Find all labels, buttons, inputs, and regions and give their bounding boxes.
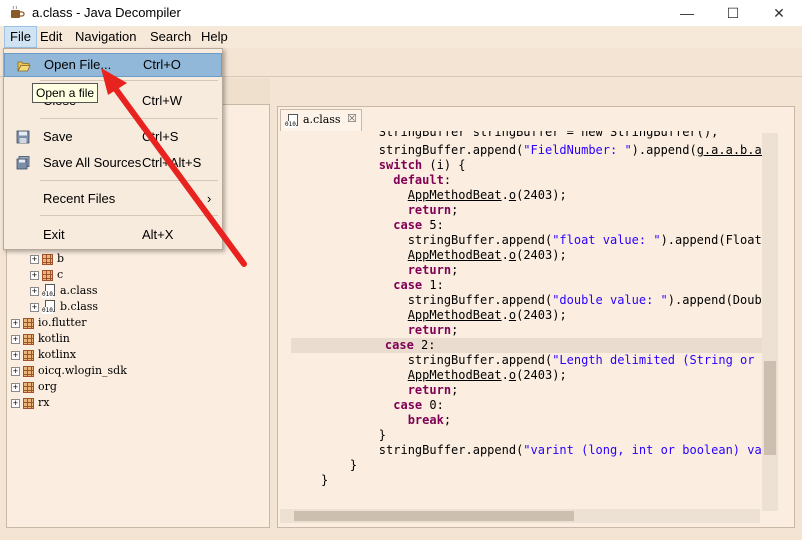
tab-a-class[interactable]: a.class ☒ <box>280 109 362 131</box>
class-file-icon <box>42 300 56 314</box>
maximize-button[interactable]: ☐ <box>710 0 756 26</box>
floppy-multi-icon <box>16 156 30 170</box>
package-icon <box>23 333 34 345</box>
menu-navigation[interactable]: Navigation <box>70 26 141 48</box>
expand-icon[interactable]: + <box>11 366 20 376</box>
class-file-icon <box>285 114 299 128</box>
package-icon <box>23 317 34 329</box>
tree-item[interactable]: +b.class <box>30 299 98 315</box>
expand-icon[interactable]: + <box>11 398 20 408</box>
menu-bar: File Edit Navigation Search Help <box>0 26 802 48</box>
file-menu-dropdown: Open File... Ctrl+O Close Ctrl+W Save Ct… <box>3 48 223 250</box>
code-line: stringBuffer.append("varint (long, int o… <box>321 443 762 457</box>
code-line: return; <box>407 383 459 397</box>
code-line: stringBuffer.append("double value: ").ap… <box>321 293 762 307</box>
menu-separator <box>40 80 218 81</box>
menu-file[interactable]: File <box>4 26 37 48</box>
code-line: return; <box>407 203 459 217</box>
code-line: return; <box>407 323 459 337</box>
menu-separator <box>40 180 218 181</box>
code-line: default: <box>393 173 452 187</box>
window-title: a.class - Java Decompiler <box>32 5 181 20</box>
menu-separator <box>40 215 218 216</box>
code-line: } <box>321 473 329 487</box>
tooltip: Open a file <box>32 83 99 103</box>
code-line: AppMethodBeat.o(2403); <box>407 368 567 382</box>
package-icon <box>23 397 34 409</box>
save-menu-item[interactable]: Save Ctrl+S <box>4 125 222 149</box>
expand-icon[interactable]: + <box>11 318 20 328</box>
vertical-scroll-thumb[interactable] <box>764 361 776 455</box>
code-line: } <box>321 458 358 472</box>
code-line-highlighted: case 2: <box>291 338 762 353</box>
tab-close-icon[interactable]: ☒ <box>347 112 357 125</box>
code-line: StringBuffer stringBuffer = new StringBu… <box>321 131 719 139</box>
code-line: AppMethodBeat.o(2403); <box>407 188 567 202</box>
tree-item[interactable]: + org <box>11 379 57 395</box>
open-file-menu-item[interactable]: Open File... Ctrl+O <box>4 53 222 77</box>
save-all-sources-menu-item[interactable]: Save All Sources Ctrl+Alt+S <box>4 151 222 175</box>
code-line: switch (i) { <box>378 158 466 172</box>
code-line: case 0: <box>393 398 444 412</box>
tree-item[interactable]: + kotlin <box>11 331 70 347</box>
package-icon <box>23 349 34 361</box>
title-bar: a.class - Java Decompiler — ☐ ✕ <box>0 0 802 26</box>
code-line: stringBuffer.append("float value: ").app… <box>321 233 762 247</box>
class-file-icon <box>42 284 56 298</box>
expand-icon[interactable]: + <box>30 270 39 280</box>
expand-icon[interactable]: + <box>30 254 39 264</box>
tree-item[interactable]: + rx <box>11 395 49 411</box>
expand-icon[interactable]: + <box>11 382 20 392</box>
expand-icon[interactable]: + <box>11 334 20 344</box>
code-line: stringBuffer.append("FieldNumber: ").app… <box>321 143 762 157</box>
code-line: case 1: <box>393 278 444 292</box>
code-line: break; <box>407 413 452 427</box>
expand-icon[interactable]: + <box>30 302 39 312</box>
submenu-chevron-icon: › <box>207 191 212 206</box>
package-icon <box>42 269 53 281</box>
tree-item[interactable]: + b <box>30 251 64 267</box>
minimize-button[interactable]: — <box>664 0 710 26</box>
menu-help[interactable]: Help <box>196 26 233 48</box>
tree-item[interactable]: + io.flutter <box>11 315 86 331</box>
tree-item[interactable]: + c <box>30 267 63 283</box>
code-line: AppMethodBeat.o(2403); <box>407 248 567 262</box>
code-line: AppMethodBeat.o(2403); <box>407 308 567 322</box>
package-icon <box>23 381 34 393</box>
menu-search[interactable]: Search <box>145 26 196 48</box>
menu-separator <box>40 118 218 119</box>
code-area[interactable]: StringBuffer stringBuffer = new StringBu… <box>278 131 762 509</box>
exit-menu-item[interactable]: Exit Alt+X <box>4 223 222 247</box>
recent-files-menu-item[interactable]: Recent Files › <box>4 187 222 211</box>
horizontal-scroll-thumb[interactable] <box>294 511 574 521</box>
code-line: } <box>321 428 387 442</box>
close-window-button[interactable]: ✕ <box>756 0 802 26</box>
code-line: stringBuffer.append("Length delimited (S… <box>321 353 762 367</box>
tree-item[interactable]: + oicq.wlogin_sdk <box>11 363 127 379</box>
folder-open-icon <box>17 61 31 72</box>
code-line: case 5: <box>393 218 444 232</box>
expand-icon[interactable]: + <box>30 286 39 296</box>
package-icon <box>42 253 53 265</box>
menu-edit[interactable]: Edit <box>35 26 67 48</box>
tree-item[interactable]: +a.class <box>30 283 98 299</box>
expand-icon[interactable]: + <box>11 350 20 360</box>
tab-label: a.class <box>303 113 341 126</box>
tree-item[interactable]: + kotlinx <box>11 347 76 363</box>
code-line: return; <box>407 263 459 277</box>
package-icon <box>23 365 34 377</box>
floppy-icon <box>16 130 30 144</box>
app-cup-icon <box>11 5 25 18</box>
